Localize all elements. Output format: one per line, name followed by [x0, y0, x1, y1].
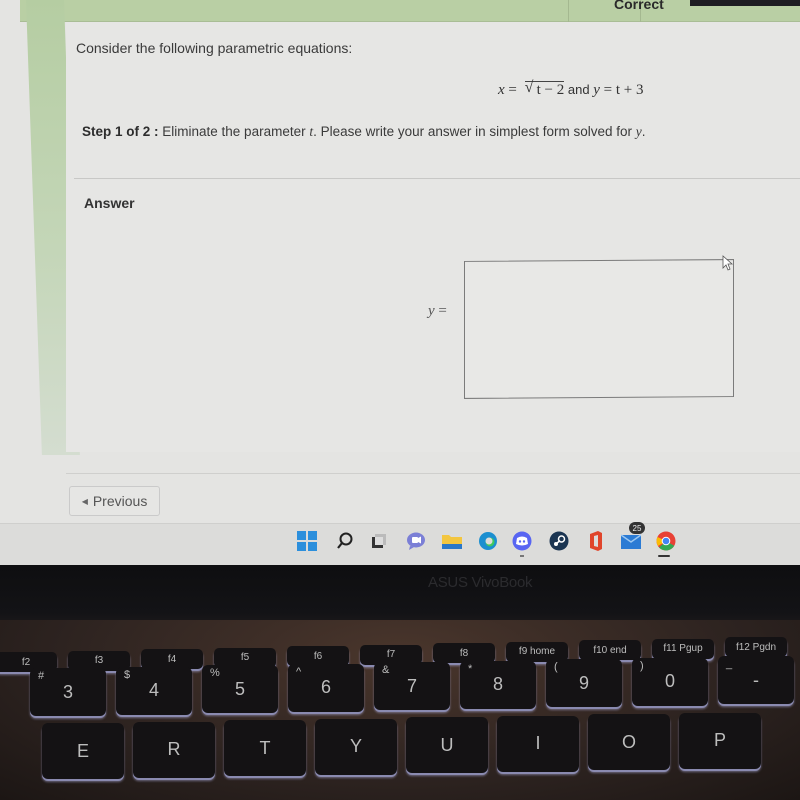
mouse-cursor-icon — [722, 255, 734, 271]
key-shift-label: ( — [554, 661, 558, 673]
answer-prefix: y = — [428, 303, 447, 320]
section-divider — [74, 178, 800, 179]
chevron-left-icon: ◀ — [81, 496, 88, 506]
step-text: . — [641, 124, 646, 139]
key-shift-label: & — [382, 664, 390, 676]
key-o[interactable]: O — [588, 714, 670, 770]
key-p[interactable]: P — [679, 712, 761, 769]
key-label: - — [753, 669, 759, 690]
key-e[interactable]: E — [42, 723, 124, 779]
key-label: 6 — [320, 677, 331, 697]
key-0[interactable]: ) 0 — [632, 657, 708, 706]
running-indicator — [520, 555, 524, 557]
key-label: 9 — [578, 672, 589, 693]
key-shift-label: ^ — [296, 665, 302, 678]
parametric-equation: x = t − 2 and y = t + 3 — [498, 80, 644, 99]
screen: Correct Consider the following parametri… — [0, 0, 800, 565]
key-f12[interactable]: f12 Pgdn — [725, 637, 787, 657]
search-icon[interactable] — [334, 530, 356, 552]
key-label: 3 — [62, 681, 73, 702]
key-label: 0 — [664, 671, 675, 691]
key-i[interactable]: I — [497, 715, 579, 772]
key-u[interactable]: U — [406, 717, 488, 773]
eq-y-var: y — [593, 82, 600, 98]
laptop-brand-logo: ASUS VivoBook — [428, 574, 533, 591]
active-app-indicator — [658, 555, 670, 557]
eq-x-var: x — [498, 82, 505, 98]
key-label: 4 — [148, 680, 159, 700]
key-y[interactable]: Y — [315, 718, 397, 775]
step-text: . Please write your answer in simplest f… — [313, 124, 636, 139]
key-label: 8 — [492, 674, 503, 694]
windows-taskbar — [0, 523, 800, 565]
step-text: Eliminate the parameter — [158, 124, 310, 139]
edge-icon[interactable] — [477, 530, 499, 552]
answer-heading: Answer — [84, 195, 135, 211]
footer-divider — [66, 473, 800, 474]
steam-icon[interactable] — [548, 530, 570, 552]
teams-chat-icon[interactable] — [405, 530, 427, 552]
chrome-icon[interactable] — [655, 530, 677, 552]
key-t[interactable]: T — [224, 720, 306, 776]
previous-button[interactable]: ◀ Previous — [69, 486, 160, 516]
key-shift-label: % — [210, 667, 220, 679]
key-label: 7 — [406, 675, 417, 696]
eq-y-rhs: t + 3 — [615, 82, 644, 98]
key-shift-label: $ — [124, 668, 131, 681]
key-f11[interactable]: f11 Pgup — [652, 638, 714, 659]
key-shift-label: * — [468, 662, 473, 675]
previous-label: Previous — [92, 493, 148, 509]
sqrt-expression: t − 2 — [524, 80, 565, 98]
file-explorer-icon[interactable] — [441, 530, 463, 552]
key-shift-label: _ — [726, 658, 733, 670]
step-label: Step 1 of 2 : — [82, 124, 159, 139]
key--[interactable]: _ - — [718, 656, 794, 704]
task-view-icon[interactable] — [368, 530, 390, 552]
key-7[interactable]: & 7 — [374, 662, 450, 710]
laptop-keyboard: f2 f3 f4 f5 f6 f7 f8 f9 home f10 end f11 Pgup f12 … — [0, 620, 800, 800]
answer-input[interactable] — [464, 259, 734, 399]
key-4[interactable]: $4 — [116, 666, 192, 715]
top-dark-button[interactable] — [690, 0, 800, 6]
key-9[interactable]: (9 — [546, 659, 622, 707]
question-intro: Consider the following parametric equati… — [76, 40, 353, 56]
key-6[interactable]: ^ 6 — [288, 663, 364, 712]
discord-icon[interactable] — [511, 530, 533, 552]
windows-start-icon[interactable] — [296, 530, 318, 552]
mail-unread-badge: 25 — [629, 522, 645, 534]
key-3[interactable]: #3 — [30, 668, 106, 716]
key-f10[interactable]: f10 end — [579, 640, 641, 660]
key-8[interactable]: * 8 — [460, 660, 536, 709]
topbar-divider — [568, 0, 569, 22]
key-label: 5 — [234, 678, 245, 699]
eq-and: and — [564, 82, 594, 97]
eq-equals: = — [504, 82, 521, 98]
key-shift-label: ) — [640, 659, 644, 672]
key-5[interactable]: % 5 — [202, 665, 278, 713]
status-correct-label: Correct — [614, 0, 664, 12]
eq-equals: = — [599, 82, 616, 98]
answer-var: y — [428, 303, 435, 319]
office-icon[interactable] — [585, 530, 607, 552]
top-status-bar — [20, 0, 800, 22]
key-shift-label: # — [38, 670, 45, 682]
radicand: t − 2 — [536, 82, 565, 98]
step-instruction: Step 1 of 2 : Eliminate the parameter t.… — [82, 124, 646, 140]
answer-equals: = — [434, 303, 447, 319]
key-r[interactable]: R — [133, 721, 215, 778]
